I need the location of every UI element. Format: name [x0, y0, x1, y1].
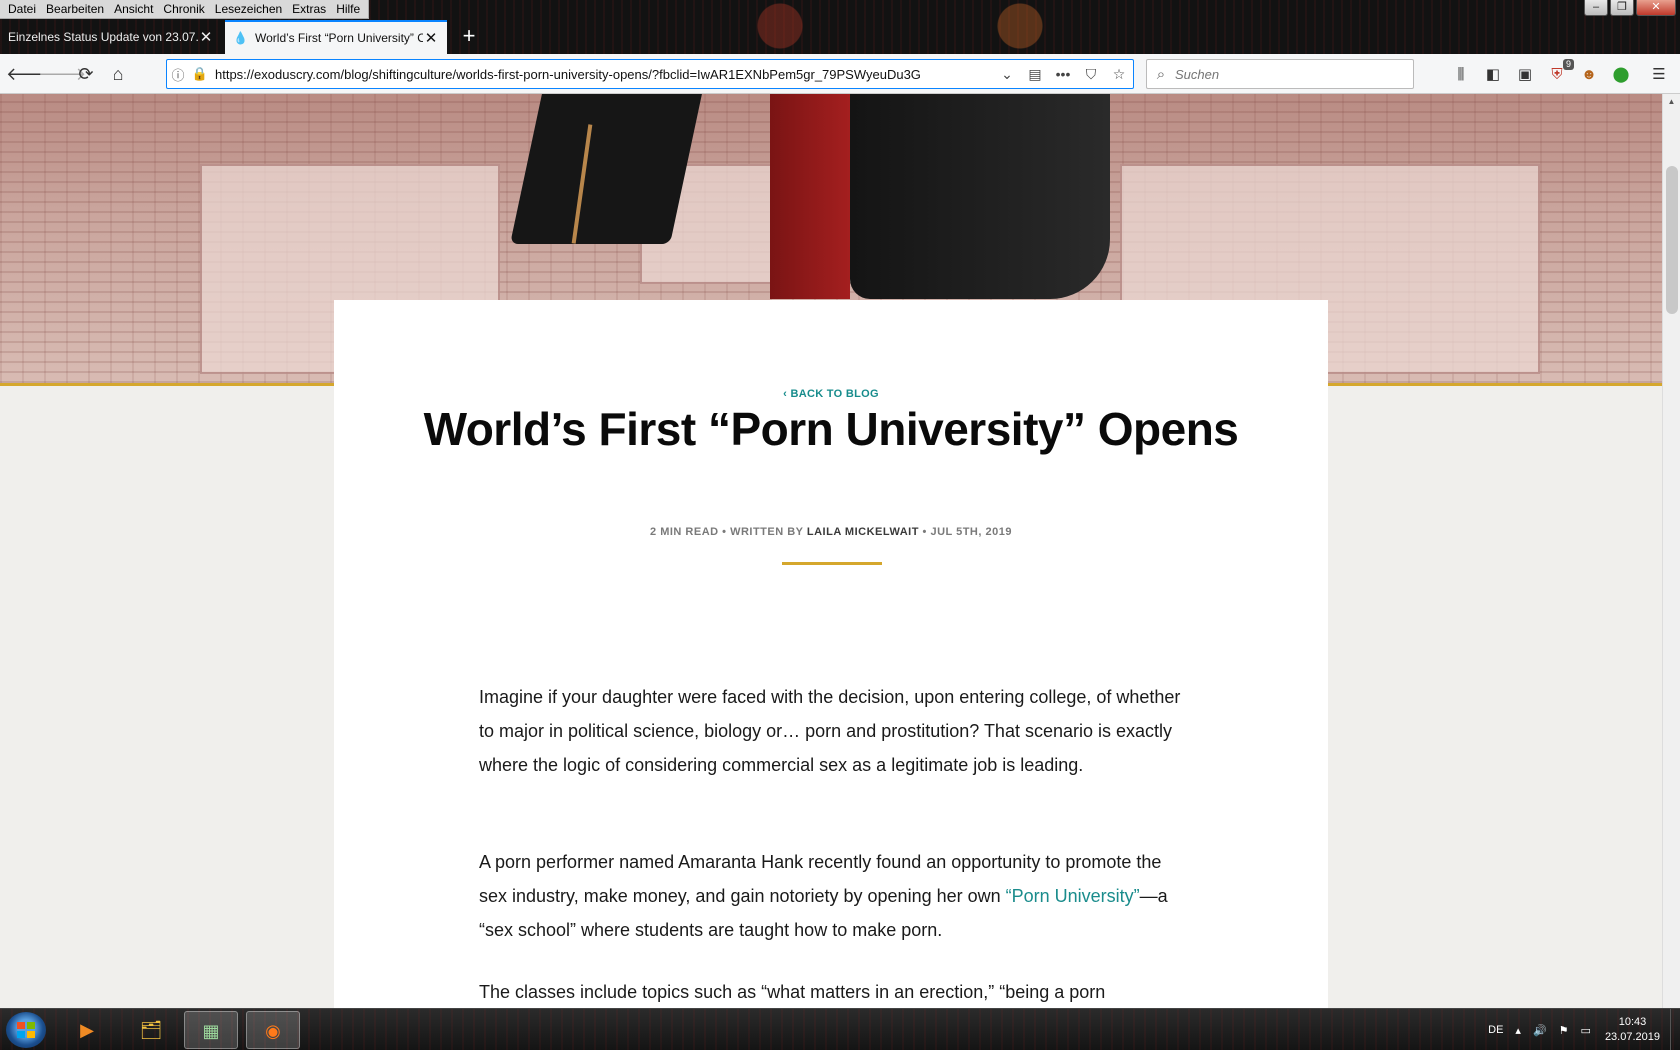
porn-university-link[interactable]: “Porn University” [1006, 886, 1140, 906]
menu-ansicht[interactable]: Ansicht [109, 0, 158, 18]
menu-chronik[interactable]: Chronik [158, 0, 209, 18]
url-bar[interactable]: ⓘ 🔒 https://exoduscry.com/blog/shiftingc… [166, 59, 1134, 89]
info-icon[interactable]: ⓘ [167, 65, 189, 84]
page-actions-icon[interactable]: ••• [1049, 66, 1077, 82]
reader-view-icon[interactable]: ▤ [1021, 66, 1049, 83]
windows-logo-icon [17, 1022, 35, 1038]
graduation-cap [510, 94, 702, 244]
back-to-blog-link[interactable]: ‹ BACK TO BLOG [334, 388, 1328, 400]
terminal-app[interactable]: ▦ [184, 1011, 238, 1049]
menu-datei[interactable]: Datei [3, 0, 41, 18]
show-desktop-button[interactable] [1670, 1009, 1680, 1050]
back-button[interactable]: 🡐 [6, 60, 54, 88]
windows-taskbar: ▶ 🗂 ▦ ◉ DE ▴ 🔊 ⚑ ▭ 10:43 23.07.2019 [0, 1008, 1680, 1050]
taskbar-clock[interactable]: 10:43 23.07.2019 [1597, 1015, 1670, 1045]
search-icon: ⌕ [1156, 65, 1166, 83]
hamburger-menu-icon[interactable]: ☰ [1648, 64, 1670, 86]
volume-icon[interactable]: 🔊 [1527, 1024, 1553, 1037]
pocket-icon[interactable]: ⛉ [1077, 66, 1105, 83]
close-tab-icon[interactable]: ✕ [423, 29, 439, 47]
article-paragraph: Imagine if your daughter were faced with… [479, 687, 1181, 775]
system-tray: DE ▴ 🔊 ⚑ ▭ 10:43 23.07.2019 [1482, 1009, 1680, 1050]
search-bar[interactable]: ⌕ [1146, 59, 1414, 89]
search-input[interactable] [1175, 66, 1395, 82]
menu-hilfe[interactable]: Hilfe [331, 0, 365, 18]
show-hidden-icons-icon[interactable]: ▴ [1509, 1024, 1527, 1037]
clock-time: 10:43 [1618, 1016, 1647, 1028]
browser-titlebar: Datei Bearbeiten Ansicht Chronik Lesezei… [0, 0, 1680, 54]
ublock-count-badge: 9 [1562, 59, 1574, 70]
article-card: ‹ BACK TO BLOG World’s First “Porn Unive… [334, 300, 1328, 1008]
extension-b-icon[interactable]: ⬤ [1610, 64, 1632, 86]
article-meta: 2 MIN READ • WRITTEN BY LAILA MICKELWAIT… [334, 526, 1328, 538]
firefox-app[interactable]: ◉ [246, 1011, 300, 1049]
action-center-flag-icon[interactable]: ⚑ [1553, 1024, 1575, 1037]
close-window-button[interactable]: ✕ [1636, 0, 1676, 16]
tab-label: Einzelnes Status Update von 23.07.2 [8, 30, 198, 44]
menu-extras[interactable]: Extras [287, 0, 331, 18]
new-tab-button[interactable]: + [455, 20, 483, 54]
written-by-label: WRITTEN BY [730, 526, 804, 538]
page-viewport: ‹ BACK TO BLOG World’s First “Porn Unive… [0, 94, 1662, 1008]
read-time: 2 MIN READ [650, 526, 719, 538]
tab-porn-university-article[interactable]: 💧 World’s First “Porn University” O ✕ [225, 20, 447, 54]
library-icon[interactable]: ⫼ [1450, 64, 1472, 86]
loading-favicon-icon: 💧 [233, 31, 248, 45]
gown-black [850, 94, 1110, 299]
tab-label: World’s First “Porn University” O [255, 31, 423, 45]
file-explorer-app[interactable]: 🗂 [124, 1011, 178, 1049]
scrollbar-thumb[interactable] [1666, 166, 1678, 314]
author-name[interactable]: LAILA MICKELWAIT [807, 526, 919, 538]
url-text[interactable]: https://exoduscry.com/blog/shiftingcultu… [211, 67, 993, 82]
minimize-button[interactable]: – [1584, 0, 1608, 16]
publish-date: JUL 5TH, 2019 [930, 526, 1012, 538]
window-controls: – ❐ ✕ [1584, 0, 1676, 16]
url-dropdown-icon[interactable]: ⌄ [993, 66, 1021, 83]
menu-lesezeichen[interactable]: Lesezeichen [210, 0, 287, 18]
scroll-up-icon[interactable]: ▲ [1663, 94, 1680, 110]
navigation-toolbar: 🡐 🡒 ⟳ ⌂ ⓘ 🔒 https://exoduscry.com/blog/s… [0, 54, 1680, 94]
title-divider [782, 562, 882, 565]
meta-separator: • [722, 526, 731, 538]
gown-red-lining [770, 94, 850, 299]
menu-bar: Datei Bearbeiten Ansicht Chronik Lesezei… [0, 0, 370, 19]
start-button[interactable] [6, 1012, 46, 1048]
ublock-icon[interactable]: ⛨ 9 [1546, 59, 1574, 86]
menu-bearbeiten[interactable]: Bearbeiten [41, 0, 109, 18]
network-icon[interactable]: ▭ [1575, 1024, 1597, 1037]
page-scrollbar[interactable]: ▲ [1662, 94, 1680, 1008]
container-icon[interactable]: ▣ [1514, 64, 1536, 86]
monkey-extension-icon[interactable]: ☻ [1578, 64, 1600, 86]
home-button[interactable]: ⌂ [104, 60, 132, 88]
media-player-app[interactable]: ▶ [60, 1011, 114, 1049]
sidebar-icon[interactable]: ◧ [1482, 64, 1504, 86]
tab-status-update[interactable]: Einzelnes Status Update von 23.07.2 ✕ [0, 20, 222, 54]
restore-button[interactable]: ❐ [1610, 0, 1634, 16]
article-title: World’s First “Porn University” Opens [423, 403, 1239, 455]
language-indicator[interactable]: DE [1482, 1024, 1509, 1036]
lock-icon[interactable]: 🔒 [189, 66, 211, 82]
close-tab-icon[interactable]: ✕ [198, 28, 214, 46]
forward-button[interactable]: 🡒 [38, 60, 86, 88]
article-paragraph: A porn performer named Amaranta Hank rec… [479, 845, 1183, 947]
clock-date: 23.07.2019 [1604, 1031, 1660, 1043]
article-paragraph: The classes include topics such as “what… [479, 982, 1106, 1002]
bookmark-star-icon[interactable]: ☆ [1105, 66, 1133, 83]
reload-button[interactable]: ⟳ [72, 60, 100, 88]
